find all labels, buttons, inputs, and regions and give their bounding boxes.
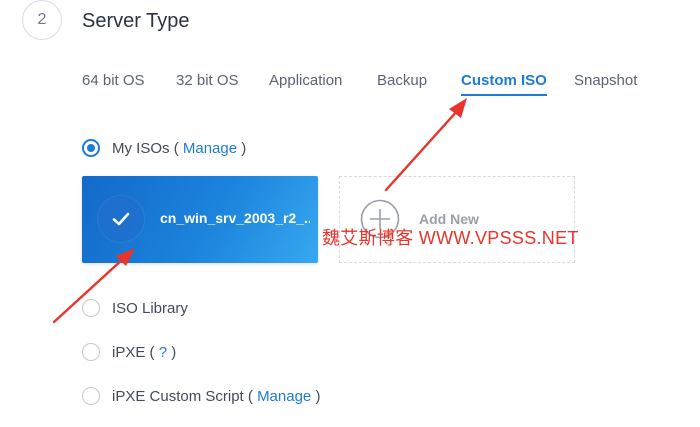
iso-library-radio[interactable] [82,299,100,317]
watermark-text: 魏艾斯博客 WWW.VPSSS.NET [322,228,579,248]
paren-close: ) [241,139,247,157]
iso-library-label: ISO Library [112,299,188,317]
option-iso-library[interactable]: ISO Library [82,299,188,317]
option-ipxe-custom-script[interactable]: iPXE Custom Script ( Manage ) [82,387,320,405]
my-isos-radio[interactable] [82,139,100,157]
step-number: 2 [37,11,47,28]
tab-application[interactable]: Application [269,72,342,89]
tab-32-bit-os[interactable]: 32 bit OS [176,72,239,89]
ipxe-custom-label: iPXE Custom Script [112,387,244,405]
tab-snapshot[interactable]: Snapshot [574,72,637,89]
paren-close: ) [315,387,321,405]
ipxe-help-link[interactable]: ? [159,344,167,361]
iso-name: cn_win_srv_2003_r2_... [160,210,310,226]
paren-open: ( [149,343,155,361]
my-isos-label: My ISOs [112,139,170,157]
paren-open: ( [247,387,253,405]
step-number-badge: 2 [22,0,62,40]
option-my-isos[interactable]: My ISOs ( Manage ) [82,139,246,157]
checkmark-icon [98,196,144,242]
section-title: Server Type [82,10,190,32]
iso-card-selected[interactable]: cn_win_srv_2003_r2_... [82,176,318,263]
paren-open: ( [173,139,179,157]
option-ipxe[interactable]: iPXE ( ? ) [82,343,176,361]
ipxe-label: iPXE [112,343,146,361]
tab-custom-iso[interactable]: Custom ISO [461,72,547,96]
server-type-section: 2 Server Type 64 bit OS 32 bit OS Applic… [0,0,700,427]
ipxe-radio[interactable] [82,343,100,361]
ipxe-custom-radio[interactable] [82,387,100,405]
tab-backup[interactable]: Backup [377,72,427,89]
ipxe-custom-manage-link[interactable]: Manage [257,388,311,405]
paren-close: ) [171,343,177,361]
my-isos-manage-link[interactable]: Manage [183,140,237,157]
tab-64-bit-os[interactable]: 64 bit OS [82,72,145,89]
